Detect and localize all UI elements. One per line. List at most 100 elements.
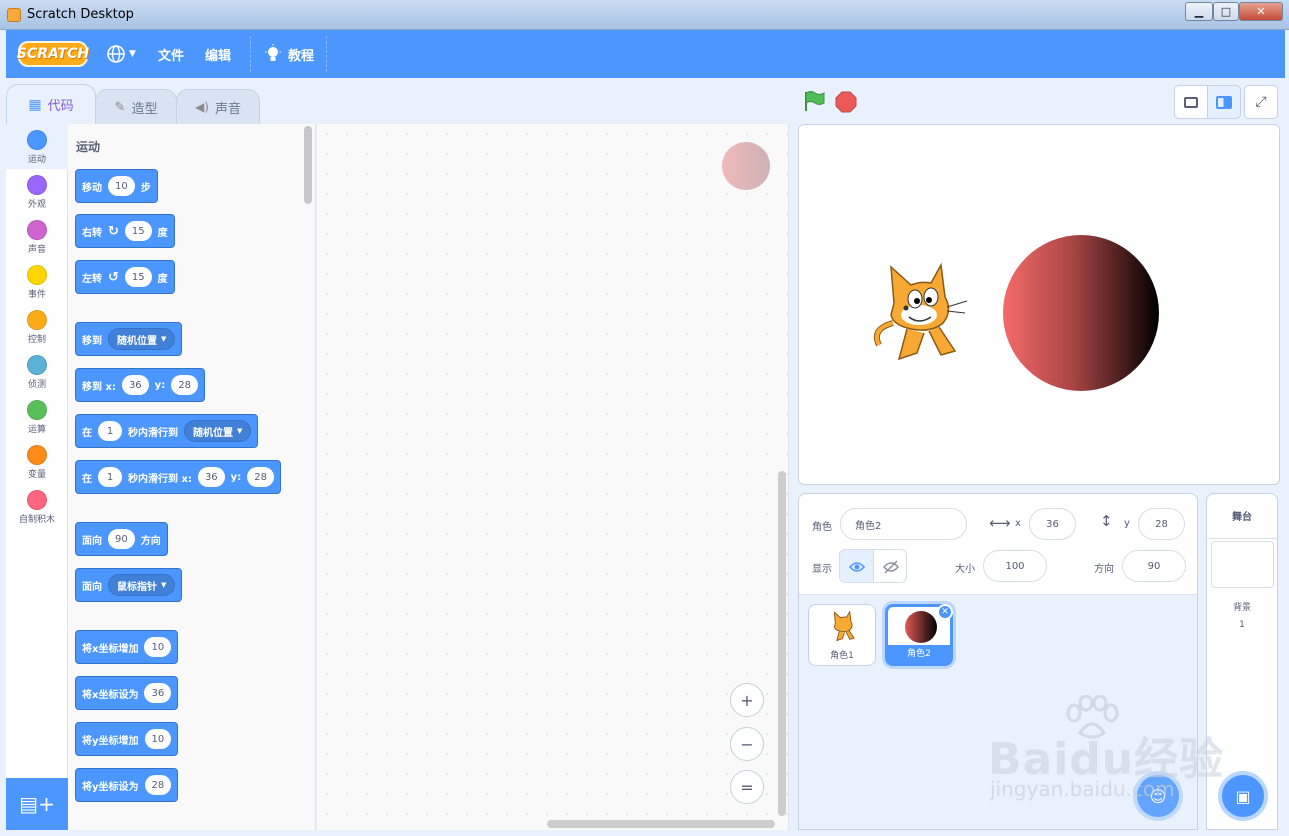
- size-label: 大小: [955, 564, 975, 575]
- sprite-tile[interactable]: 角色1: [808, 604, 876, 666]
- sprite-label: 角色: [812, 522, 832, 533]
- category-label: 运算: [27, 425, 46, 435]
- category-motion[interactable]: 运动: [6, 124, 68, 169]
- block-set-y[interactable]: 将y坐标设为 28: [75, 768, 179, 802]
- extension-icon: ▤+: [19, 792, 55, 816]
- block-point-towards[interactable]: 面向 鼠标指针 ▼: [75, 568, 183, 602]
- ball-sprite[interactable]: [1003, 235, 1159, 391]
- close-button[interactable]: ✕: [1239, 2, 1283, 21]
- workspace-vertical-scrollbar[interactable]: [778, 471, 786, 816]
- rotate-left-icon: ↺: [108, 269, 119, 285]
- size-input[interactable]: 100: [983, 550, 1047, 582]
- block-dropdown[interactable]: 随机位置 ▼: [108, 328, 176, 350]
- block-goto-xy[interactable]: 移到 x: 36 y: 28: [75, 368, 205, 402]
- choose-sprite-button[interactable]: ☺: [1133, 771, 1183, 821]
- block-input[interactable]: 15: [124, 221, 152, 241]
- hide-button[interactable]: [874, 550, 906, 582]
- window-title: Scratch Desktop: [27, 7, 134, 22]
- backdrops-count: 1: [1239, 620, 1245, 630]
- add-extension-button[interactable]: ▤+: [6, 778, 68, 830]
- zoom-reset-button[interactable]: =: [730, 770, 764, 804]
- lightbulb-icon: [265, 44, 281, 61]
- zoom-in-button[interactable]: +: [730, 683, 764, 717]
- block-point-direction[interactable]: 面向 90 方向: [75, 522, 168, 556]
- tab-code[interactable]: ▦ 代码: [6, 84, 96, 124]
- zoom-out-button[interactable]: −: [730, 727, 764, 761]
- block-input[interactable]: 36: [197, 467, 225, 487]
- category-sound[interactable]: 声音: [6, 214, 68, 259]
- small-stage-button[interactable]: [1174, 85, 1208, 119]
- block-change-x[interactable]: 将x坐标增加 10: [75, 630, 179, 664]
- stop-icon[interactable]: [835, 91, 857, 113]
- block-change-y[interactable]: 将y坐标增加 10: [75, 722, 179, 756]
- block-input[interactable]: 28: [171, 375, 198, 395]
- block-input[interactable]: 10: [144, 729, 172, 749]
- block-text: 将y坐标设为: [82, 781, 139, 793]
- cat-sprite[interactable]: [869, 263, 969, 367]
- block-glide-to[interactable]: 在 1 秒内滑行到 随机位置 ▼: [75, 414, 259, 448]
- file-menu[interactable]: 文件: [158, 30, 184, 78]
- fullscreen-button[interactable]: ⤢: [1244, 85, 1278, 119]
- category-dot: [27, 130, 47, 150]
- block-input[interactable]: 36: [121, 375, 149, 395]
- show-button[interactable]: [840, 550, 874, 582]
- block-set-x[interactable]: 将x坐标设为 36: [75, 676, 179, 710]
- tutorials-menu[interactable]: 教程: [264, 30, 314, 78]
- workspace-horizontal-scrollbar[interactable]: [547, 820, 775, 828]
- block-move-steps[interactable]: 移动 10 步: [75, 169, 158, 203]
- tab-costumes[interactable]: ✎ 造型: [95, 89, 177, 124]
- y-input[interactable]: 28: [1138, 508, 1185, 540]
- category-sensing[interactable]: 侦测: [6, 349, 68, 394]
- small-stage-icon: [1184, 96, 1198, 108]
- category-label: 声音: [27, 245, 46, 255]
- green-flag-icon[interactable]: [803, 90, 825, 112]
- maximize-button[interactable]: □: [1213, 2, 1239, 21]
- block-input[interactable]: 36: [144, 683, 172, 703]
- block-input[interactable]: 10: [108, 176, 135, 196]
- category-dot: [27, 355, 47, 375]
- language-menu[interactable]: ▼: [106, 30, 136, 78]
- block-goto[interactable]: 移到 随机位置 ▼: [75, 322, 183, 356]
- category-control[interactable]: 控制: [6, 304, 68, 349]
- direction-input[interactable]: 90: [1122, 550, 1186, 582]
- code-workspace[interactable]: + − =: [317, 124, 789, 830]
- stage-divider: [1207, 538, 1277, 539]
- tab-sounds[interactable]: ◀) 声音: [176, 89, 260, 124]
- large-stage-button[interactable]: [1207, 85, 1241, 119]
- block-input[interactable]: 1: [98, 467, 122, 487]
- minimize-button[interactable]: ▁: [1185, 2, 1213, 21]
- sprite-tile-selected[interactable]: ✕ 角色2: [885, 604, 953, 666]
- category-looks[interactable]: 外观: [6, 169, 68, 214]
- category-operators[interactable]: 运算: [6, 394, 68, 439]
- palette-scrollbar[interactable]: [304, 126, 312, 204]
- stage-canvas[interactable]: [798, 124, 1280, 485]
- block-input[interactable]: 15: [124, 267, 152, 287]
- delete-sprite-button[interactable]: ✕: [937, 604, 953, 620]
- category-my-blocks[interactable]: 自制积木: [6, 484, 68, 529]
- app-window: Scratch Desktop ▁ □ ✕ SCRATCH ▼ 文件 编辑 教程…: [0, 0, 1289, 836]
- category-events[interactable]: 事件: [6, 259, 68, 304]
- sprite-name-input[interactable]: 角色2: [840, 508, 967, 540]
- choose-backdrop-button[interactable]: ▣: [1218, 771, 1268, 821]
- block-input[interactable]: 1: [98, 421, 122, 441]
- block-input[interactable]: 28: [144, 775, 172, 795]
- maximize-icon: □: [1220, 5, 1232, 18]
- block-text: 秒内滑行到 x:: [128, 473, 192, 485]
- block-text: 在: [82, 473, 92, 485]
- edit-menu[interactable]: 编辑: [205, 30, 231, 78]
- block-input[interactable]: 10: [144, 637, 172, 657]
- block-text: 移动: [82, 182, 102, 194]
- block-input[interactable]: 28: [247, 467, 274, 487]
- block-turn-left[interactable]: 左转 ↺ 15 度: [75, 260, 175, 294]
- block-dropdown[interactable]: 鼠标指针 ▼: [108, 574, 176, 596]
- block-glide-xy[interactable]: 在 1 秒内滑行到 x: 36 y: 28: [75, 460, 281, 494]
- block-turn-right[interactable]: 右转 ↻ 15 度: [75, 214, 175, 248]
- block-dropdown[interactable]: 随机位置 ▼: [184, 420, 252, 442]
- category-dot: [27, 265, 47, 285]
- category-variables[interactable]: 变量: [6, 439, 68, 484]
- x-input[interactable]: 36: [1029, 508, 1076, 540]
- chevron-down-icon: ▼: [161, 581, 167, 589]
- scratch-logo[interactable]: SCRATCH: [17, 41, 89, 67]
- block-input[interactable]: 90: [108, 529, 135, 549]
- cat-add-icon: ☺: [1149, 786, 1167, 806]
